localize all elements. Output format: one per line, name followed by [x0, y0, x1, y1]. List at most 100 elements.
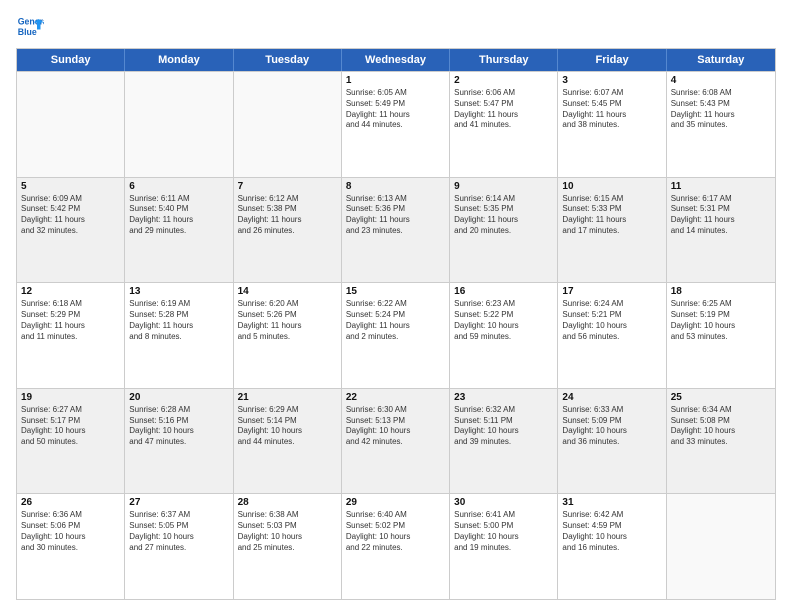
day-info: Sunrise: 6:11 AM Sunset: 5:40 PM Dayligh…	[129, 194, 228, 237]
day-info: Sunrise: 6:28 AM Sunset: 5:16 PM Dayligh…	[129, 405, 228, 448]
day-info: Sunrise: 6:23 AM Sunset: 5:22 PM Dayligh…	[454, 299, 553, 342]
calendar-cell: 8 Sunrise: 6:13 AM Sunset: 5:36 PM Daylig…	[342, 178, 450, 283]
day-number: 8	[346, 181, 445, 192]
day-number: 30	[454, 497, 553, 508]
calendar-cell	[17, 72, 125, 177]
day-number: 27	[129, 497, 228, 508]
calendar-cell: 20 Sunrise: 6:28 AM Sunset: 5:16 PM Dayli…	[125, 389, 233, 494]
day-number: 14	[238, 286, 337, 297]
day-number: 20	[129, 392, 228, 403]
calendar-cell: 9 Sunrise: 6:14 AM Sunset: 5:35 PM Daylig…	[450, 178, 558, 283]
logo: General Blue	[16, 12, 44, 40]
day-info: Sunrise: 6:18 AM Sunset: 5:29 PM Dayligh…	[21, 299, 120, 342]
weekday-header: Thursday	[450, 49, 558, 71]
day-info: Sunrise: 6:41 AM Sunset: 5:00 PM Dayligh…	[454, 510, 553, 553]
calendar-cell: 22 Sunrise: 6:30 AM Sunset: 5:13 PM Dayli…	[342, 389, 450, 494]
calendar-body: 1 Sunrise: 6:05 AM Sunset: 5:49 PM Daylig…	[17, 71, 775, 599]
day-number: 17	[562, 286, 661, 297]
day-number: 31	[562, 497, 661, 508]
day-number: 19	[21, 392, 120, 403]
calendar-cell: 19 Sunrise: 6:27 AM Sunset: 5:17 PM Dayli…	[17, 389, 125, 494]
day-number: 2	[454, 75, 553, 86]
day-number: 13	[129, 286, 228, 297]
day-info: Sunrise: 6:42 AM Sunset: 4:59 PM Dayligh…	[562, 510, 661, 553]
day-number: 18	[671, 286, 771, 297]
day-number: 16	[454, 286, 553, 297]
day-info: Sunrise: 6:29 AM Sunset: 5:14 PM Dayligh…	[238, 405, 337, 448]
calendar-row: 1 Sunrise: 6:05 AM Sunset: 5:49 PM Daylig…	[17, 71, 775, 177]
weekday-header: Friday	[558, 49, 666, 71]
calendar-cell: 11 Sunrise: 6:17 AM Sunset: 5:31 PM Dayli…	[667, 178, 775, 283]
calendar-cell: 13 Sunrise: 6:19 AM Sunset: 5:28 PM Dayli…	[125, 283, 233, 388]
day-info: Sunrise: 6:12 AM Sunset: 5:38 PM Dayligh…	[238, 194, 337, 237]
calendar-cell: 2Sunrise: 6:06 AM Sunset: 5:47 PM Daylig…	[450, 72, 558, 177]
day-info: Sunrise: 6:27 AM Sunset: 5:17 PM Dayligh…	[21, 405, 120, 448]
day-info: Sunrise: 6:24 AM Sunset: 5:21 PM Dayligh…	[562, 299, 661, 342]
header: General Blue	[16, 12, 776, 40]
calendar-cell: 29Sunrise: 6:40 AM Sunset: 5:02 PM Dayli…	[342, 494, 450, 599]
day-number: 7	[238, 181, 337, 192]
day-number: 11	[671, 181, 771, 192]
day-number: 22	[346, 392, 445, 403]
calendar: SundayMondayTuesdayWednesdayThursdayFrid…	[16, 48, 776, 600]
day-info: Sunrise: 6:37 AM Sunset: 5:05 PM Dayligh…	[129, 510, 228, 553]
day-info: Sunrise: 6:13 AM Sunset: 5:36 PM Dayligh…	[346, 194, 445, 237]
calendar-cell: 17 Sunrise: 6:24 AM Sunset: 5:21 PM Dayli…	[558, 283, 666, 388]
calendar-cell	[234, 72, 342, 177]
calendar-cell: 10 Sunrise: 6:15 AM Sunset: 5:33 PM Dayli…	[558, 178, 666, 283]
day-number: 9	[454, 181, 553, 192]
calendar-page: General Blue SundayMondayTuesdayWednesda…	[0, 0, 792, 612]
calendar-cell: 21Sunrise: 6:29 AM Sunset: 5:14 PM Dayli…	[234, 389, 342, 494]
calendar-cell: 28 Sunrise: 6:38 AM Sunset: 5:03 PM Dayli…	[234, 494, 342, 599]
logo-icon: General Blue	[16, 12, 44, 40]
calendar-cell: 27 Sunrise: 6:37 AM Sunset: 5:05 PM Dayli…	[125, 494, 233, 599]
day-info: Sunrise: 6:19 AM Sunset: 5:28 PM Dayligh…	[129, 299, 228, 342]
day-info: Sunrise: 6:22 AM Sunset: 5:24 PM Dayligh…	[346, 299, 445, 342]
calendar-cell: 6Sunrise: 6:11 AM Sunset: 5:40 PM Daylig…	[125, 178, 233, 283]
calendar-cell: 25Sunrise: 6:34 AM Sunset: 5:08 PM Dayli…	[667, 389, 775, 494]
weekday-header: Saturday	[667, 49, 775, 71]
day-number: 12	[21, 286, 120, 297]
calendar-cell	[667, 494, 775, 599]
day-info: Sunrise: 6:07 AM Sunset: 5:45 PM Dayligh…	[562, 88, 661, 131]
day-info: Sunrise: 6:09 AM Sunset: 5:42 PM Dayligh…	[21, 194, 120, 237]
day-info: Sunrise: 6:34 AM Sunset: 5:08 PM Dayligh…	[671, 405, 771, 448]
calendar-cell: 3 Sunrise: 6:07 AM Sunset: 5:45 PM Daylig…	[558, 72, 666, 177]
calendar-cell: 31 Sunrise: 6:42 AM Sunset: 4:59 PM Dayli…	[558, 494, 666, 599]
calendar-cell: 30 Sunrise: 6:41 AM Sunset: 5:00 PM Dayli…	[450, 494, 558, 599]
calendar-cell: 18 Sunrise: 6:25 AM Sunset: 5:19 PM Dayli…	[667, 283, 775, 388]
calendar-cell: 4 Sunrise: 6:08 AM Sunset: 5:43 PM Daylig…	[667, 72, 775, 177]
day-number: 10	[562, 181, 661, 192]
calendar-row: 5 Sunrise: 6:09 AM Sunset: 5:42 PM Daylig…	[17, 177, 775, 283]
day-number: 28	[238, 497, 337, 508]
calendar-cell: 14 Sunrise: 6:20 AM Sunset: 5:26 PM Dayli…	[234, 283, 342, 388]
weekday-header: Tuesday	[234, 49, 342, 71]
day-info: Sunrise: 6:30 AM Sunset: 5:13 PM Dayligh…	[346, 405, 445, 448]
calendar-cell: 7 Sunrise: 6:12 AM Sunset: 5:38 PM Daylig…	[234, 178, 342, 283]
calendar-cell: 26Sunrise: 6:36 AM Sunset: 5:06 PM Dayli…	[17, 494, 125, 599]
calendar-header: SundayMondayTuesdayWednesdayThursdayFrid…	[17, 49, 775, 71]
day-info: Sunrise: 6:25 AM Sunset: 5:19 PM Dayligh…	[671, 299, 771, 342]
calendar-cell: 16 Sunrise: 6:23 AM Sunset: 5:22 PM Dayli…	[450, 283, 558, 388]
day-info: Sunrise: 6:08 AM Sunset: 5:43 PM Dayligh…	[671, 88, 771, 131]
calendar-cell	[125, 72, 233, 177]
weekday-header: Sunday	[17, 49, 125, 71]
day-info: Sunrise: 6:05 AM Sunset: 5:49 PM Dayligh…	[346, 88, 445, 131]
day-info: Sunrise: 6:20 AM Sunset: 5:26 PM Dayligh…	[238, 299, 337, 342]
day-number: 5	[21, 181, 120, 192]
calendar-cell: 15Sunrise: 6:22 AM Sunset: 5:24 PM Dayli…	[342, 283, 450, 388]
calendar-row: 26Sunrise: 6:36 AM Sunset: 5:06 PM Dayli…	[17, 493, 775, 599]
day-info: Sunrise: 6:14 AM Sunset: 5:35 PM Dayligh…	[454, 194, 553, 237]
day-info: Sunrise: 6:17 AM Sunset: 5:31 PM Dayligh…	[671, 194, 771, 237]
day-info: Sunrise: 6:15 AM Sunset: 5:33 PM Dayligh…	[562, 194, 661, 237]
day-info: Sunrise: 6:32 AM Sunset: 5:11 PM Dayligh…	[454, 405, 553, 448]
day-number: 3	[562, 75, 661, 86]
day-number: 4	[671, 75, 771, 86]
day-info: Sunrise: 6:38 AM Sunset: 5:03 PM Dayligh…	[238, 510, 337, 553]
calendar-cell: 1 Sunrise: 6:05 AM Sunset: 5:49 PM Daylig…	[342, 72, 450, 177]
day-number: 23	[454, 392, 553, 403]
calendar-cell: 12 Sunrise: 6:18 AM Sunset: 5:29 PM Dayli…	[17, 283, 125, 388]
calendar-cell: 24Sunrise: 6:33 AM Sunset: 5:09 PM Dayli…	[558, 389, 666, 494]
day-number: 1	[346, 75, 445, 86]
day-number: 29	[346, 497, 445, 508]
